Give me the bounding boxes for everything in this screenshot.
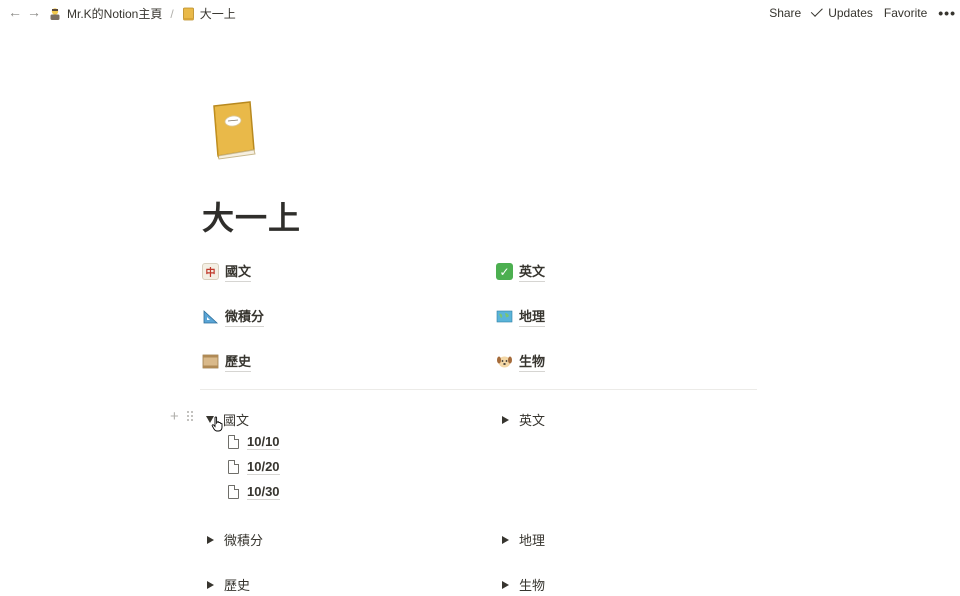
toggle-arrow-right-icon[interactable] [502, 415, 509, 424]
sub-page-link[interactable]: 10/10 [228, 434, 280, 450]
toggle-weijifen[interactable]: 微積分 [207, 530, 263, 549]
updates-button[interactable]: Updates [811, 4, 873, 20]
document-icon [228, 485, 239, 499]
document-icon [228, 435, 239, 449]
top-actions: Share Updates Favorite ••• [758, 4, 956, 21]
breadcrumb-separator: / [170, 6, 174, 21]
sub-page-link[interactable]: 10/30 [228, 484, 280, 500]
breadcrumb-item-current[interactable]: 大一上 [182, 5, 236, 22]
toggle-label: 生物 [519, 578, 546, 593]
toggle-label: 微積分 [224, 533, 264, 548]
page-title[interactable]: 大一上 [202, 193, 301, 239]
page-link-label: 生物 [519, 351, 546, 372]
toggle-arrow-right-icon[interactable] [502, 535, 509, 544]
book-emoji-icon[interactable] [206, 100, 262, 160]
more-options-icon[interactable]: ••• [938, 5, 956, 21]
toggle-arrow-right-icon[interactable] [502, 580, 509, 589]
back-arrow-icon[interactable]: ← [7, 4, 23, 20]
document-icon [228, 460, 239, 474]
toggle-shengwu[interactable]: 生物 [502, 575, 545, 594]
book-emoji-icon [182, 7, 194, 20]
toggle-arrow-right-icon[interactable] [207, 535, 214, 544]
sub-page-label: 10/10 [247, 434, 280, 450]
mahjong-tile-icon: 中 [202, 263, 219, 280]
page-link-shengwu[interactable]: 生物 [496, 351, 546, 372]
breadcrumb-item-home[interactable]: Mr.K的Notion主頁 [48, 5, 162, 22]
page-link-weijifen[interactable]: 微積分 [202, 306, 265, 327]
toggle-label: 國文 [223, 413, 250, 428]
sub-page-label: 10/20 [247, 459, 280, 475]
scroll-icon [202, 354, 219, 369]
add-block-icon[interactable]: + [170, 409, 179, 424]
toggle-label: 歷史 [224, 578, 251, 593]
page-link-label: 微積分 [225, 306, 265, 327]
dog-face-icon [497, 356, 512, 368]
page-link-lishi[interactable]: 歷史 [202, 351, 252, 372]
breadcrumb-label: 大一上 [199, 7, 236, 21]
share-button[interactable]: Share [769, 6, 801, 20]
person-emoji-icon [50, 7, 60, 20]
updates-label: Updates [828, 6, 873, 20]
page-link-label: 地理 [519, 306, 546, 327]
page-link-dili[interactable]: 地理 [496, 306, 546, 327]
check-mark-button-icon: ✓ [496, 263, 513, 280]
toggle-dili[interactable]: 地理 [502, 530, 545, 549]
page-link-yingwen[interactable]: ✓ 英文 [496, 261, 546, 282]
triangular-ruler-icon [203, 310, 219, 324]
page-link-label: 國文 [225, 261, 252, 282]
top-bar: ← → Mr.K的Notion主頁 / 大一上 Share Updates Fa… [0, 0, 960, 26]
toggle-label: 英文 [519, 413, 546, 428]
sub-page-label: 10/30 [247, 484, 280, 500]
toggle-yingwen[interactable]: 英文 [502, 410, 545, 429]
pointer-hand-icon [211, 416, 223, 432]
favorite-button[interactable]: Favorite [884, 6, 927, 20]
check-icon [811, 4, 824, 17]
breadcrumb-label: Mr.K的Notion主頁 [67, 7, 163, 21]
page-link-label: 英文 [519, 261, 546, 282]
breadcrumb: Mr.K的Notion主頁 / 大一上 [48, 5, 236, 22]
drag-handle-icon[interactable] [187, 411, 195, 423]
sub-page-link[interactable]: 10/20 [228, 459, 280, 475]
toggle-label: 地理 [519, 533, 546, 548]
toggle-arrow-right-icon[interactable] [207, 580, 214, 589]
page-link-guowen[interactable]: 中 國文 [202, 261, 252, 282]
world-map-icon [496, 310, 513, 323]
divider [200, 389, 757, 390]
toggle-lishi[interactable]: 歷史 [207, 575, 250, 594]
forward-arrow-icon[interactable]: → [26, 4, 42, 20]
page-link-label: 歷史 [225, 351, 252, 372]
